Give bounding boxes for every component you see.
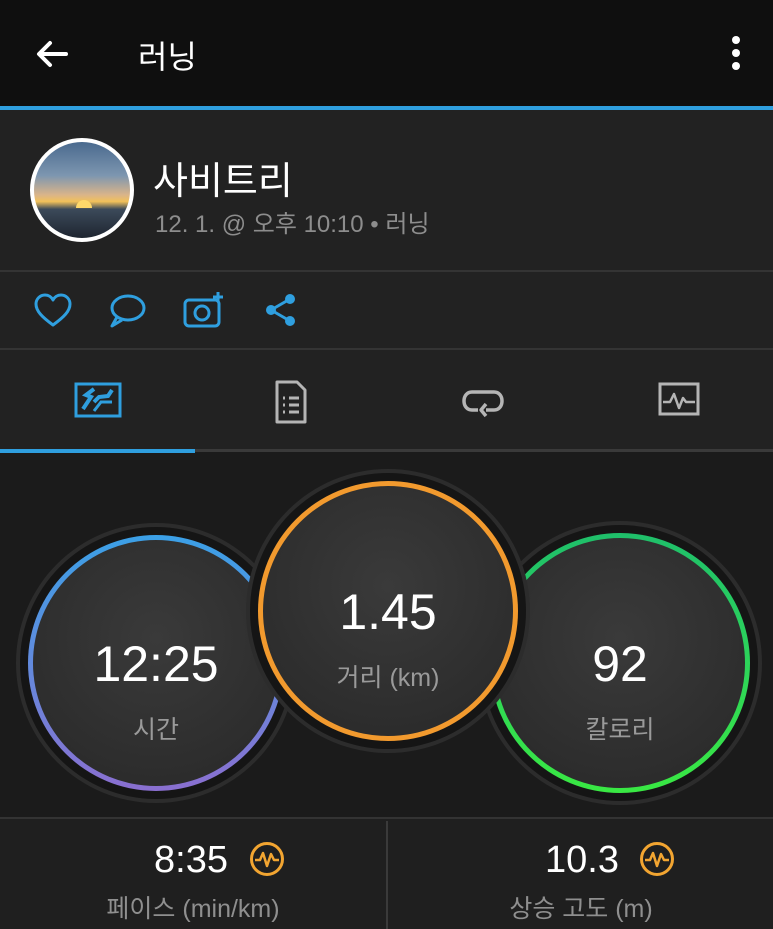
action-bar	[0, 272, 773, 348]
user-name[interactable]: 사비트리	[153, 150, 293, 205]
pace-metric[interactable]: 8:35 페이스 (min/km)	[0, 819, 386, 929]
tab-bar	[0, 350, 773, 450]
elevation-chart-icon[interactable]	[639, 841, 675, 877]
calories-label: 칼로리	[585, 716, 655, 744]
elevation-gain-metric[interactable]: 10.3 상승 고도 (m)	[388, 819, 773, 929]
laps-tab-icon	[462, 390, 504, 418]
share-icon[interactable]	[260, 290, 302, 332]
comment-icon[interactable]	[106, 290, 148, 332]
more-options-icon[interactable]	[716, 32, 756, 76]
tab-laps[interactable]	[386, 350, 579, 450]
page-title: 러닝	[138, 39, 197, 75]
app-bar: 러닝	[0, 0, 773, 106]
charts-tab-icon	[658, 382, 700, 416]
tab-details[interactable]	[193, 350, 386, 450]
details-tab-icon	[275, 380, 307, 424]
overview-tab-icon	[74, 382, 122, 418]
distance-label: 거리 (km)	[336, 664, 440, 692]
activity-meta: 12. 1. @ 오후 10:10 • 러닝	[155, 211, 430, 238]
pace-chart-icon[interactable]	[249, 841, 285, 877]
pace-label: 페이스 (min/km)	[106, 895, 280, 923]
activity-header	[0, 110, 773, 270]
add-photo-icon[interactable]	[182, 290, 224, 332]
tab-charts[interactable]	[580, 350, 773, 450]
metrics-row: 8:35 페이스 (min/km) 10.3 상승 고도 (m)	[0, 817, 773, 929]
avatar[interactable]	[30, 138, 134, 242]
back-arrow-icon[interactable]	[32, 34, 72, 74]
distance-value: 1.45	[339, 584, 437, 640]
tab-overview[interactable]	[0, 350, 193, 450]
elevation-gain-label: 상승 고도 (m)	[509, 895, 653, 923]
distance-ring[interactable]: 1.45 거리 (km)	[250, 473, 526, 749]
heart-icon[interactable]	[32, 290, 74, 332]
stats-panel: 12:25 시간 92 칼로리 1.45 거리 (km)	[0, 453, 773, 817]
pace-value: 8:35	[154, 839, 228, 881]
time-label: 시간	[132, 716, 179, 744]
elevation-gain-value: 10.3	[545, 839, 619, 881]
avatar-sunset-image	[76, 200, 92, 208]
